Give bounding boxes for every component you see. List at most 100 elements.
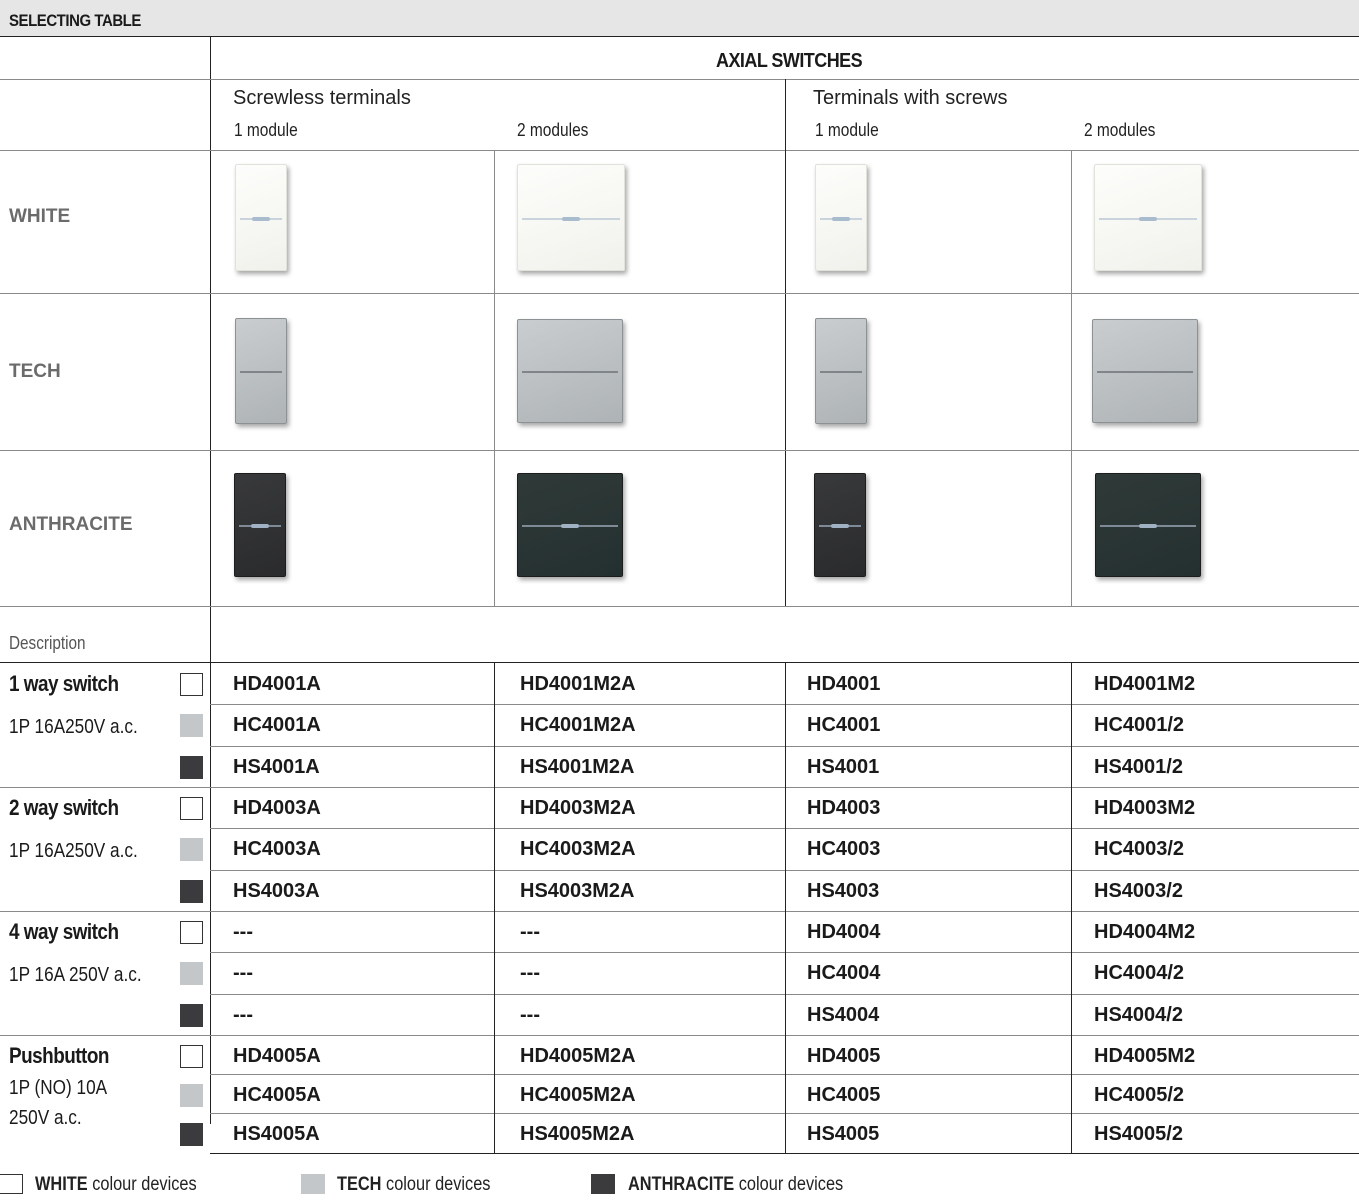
device-image-tech-1m-screws (815, 318, 867, 424)
product-code: HD4003M2A (520, 797, 636, 819)
product-code: HS4003/2 (1094, 879, 1183, 902)
product-code: HS4004 (807, 1003, 880, 1026)
finish-label-tech: TECH (9, 361, 61, 382)
item-title: Pushbutton (9, 1043, 109, 1068)
product-code: --- (233, 921, 253, 943)
product-code: HS4005M2A (520, 1123, 635, 1145)
color-swatch-white (180, 921, 203, 944)
subgroup-screws: Terminals with screws (813, 87, 1008, 109)
product-code: HC4005A (233, 1084, 321, 1106)
color-swatch-tech (180, 714, 203, 738)
legend-swatch-tech (301, 1174, 325, 1194)
item-spec: 1P (NO) 10A 250V a.c. (9, 1073, 107, 1133)
item-spec: 1P 16A250V a.c. (9, 840, 138, 862)
product-code: --- (233, 1003, 253, 1026)
legend-white: WHITE colour devices (35, 1174, 197, 1195)
legend-tech: TECH colour devices (337, 1174, 491, 1195)
product-code: HC4005/2 (1094, 1084, 1185, 1106)
title-bar: SELECTING TABLE (0, 0, 1359, 37)
product-code: HS4005 (807, 1123, 880, 1145)
device-image-white-2m-screwless (517, 164, 625, 271)
product-code: HD4005M2 (1094, 1045, 1196, 1067)
module-label-1: 1 module (234, 120, 298, 140)
product-code: HD4001 (807, 673, 881, 695)
device-image-white-1m-screws (815, 164, 867, 271)
product-code: HD4005A (233, 1045, 321, 1067)
product-code: HC4004/2 (1094, 962, 1185, 985)
legend-anthracite: ANTHRACITE colour devices (628, 1174, 844, 1195)
product-code: --- (520, 1003, 540, 1026)
product-code: HS4003 (807, 879, 880, 902)
item-spec-line: 1P (NO) 10A (9, 1077, 108, 1099)
module-label-2: 2 modules (517, 120, 589, 140)
product-code: HS4005A (233, 1123, 320, 1145)
legend-swatch-white (0, 1174, 23, 1194)
product-code: HC4003A (233, 838, 321, 861)
product-code: --- (520, 962, 540, 985)
device-image-anthracite-1m-screwless (234, 473, 286, 577)
device-image-anthracite-1m-screws (814, 473, 866, 577)
group-title: AXIAL SWITCHES (716, 50, 863, 72)
product-code: HS4005/2 (1094, 1123, 1183, 1145)
product-code: HC4004 (807, 962, 881, 985)
product-code: HS4001M2A (520, 755, 635, 778)
product-code: HD4003 (807, 797, 881, 819)
product-code: HS4001/2 (1094, 755, 1183, 778)
product-code: HD4004M2 (1094, 921, 1196, 943)
product-code: HS4004/2 (1094, 1003, 1183, 1026)
product-code: HC4001A (233, 714, 321, 737)
color-swatch-tech (180, 838, 203, 862)
product-code: HC4003 (807, 838, 881, 861)
color-swatch-anthracite (180, 1123, 203, 1146)
product-code: --- (520, 921, 540, 943)
product-code: HS4001A (233, 755, 320, 778)
product-code: HC4003/2 (1094, 838, 1185, 861)
module-label-4: 2 modules (1084, 120, 1156, 140)
item-title: 4 way switch (9, 919, 119, 944)
product-code: HC4005 (807, 1084, 881, 1106)
device-image-tech-2m-screwless (517, 319, 623, 423)
product-code: --- (233, 962, 253, 985)
item-title: 2 way switch (9, 795, 119, 820)
product-code: HD4003A (233, 797, 321, 819)
legend-swatch-anthracite (591, 1174, 615, 1194)
table-title: SELECTING TABLE (9, 11, 141, 30)
device-image-anthracite-2m-screws (1095, 473, 1201, 577)
device-image-white-2m-screws (1094, 164, 1202, 271)
product-code: HD4001M2A (520, 673, 636, 695)
product-code: HS4003A (233, 879, 320, 902)
item-spec: 1P 16A250V a.c. (9, 716, 138, 738)
color-swatch-white (180, 1045, 203, 1068)
color-swatch-anthracite (180, 879, 203, 903)
module-label-3: 1 module (815, 120, 879, 140)
color-swatch-anthracite (180, 755, 203, 779)
subgroup-screwless: Screwless terminals (233, 87, 411, 109)
product-code: HD4004 (807, 921, 881, 943)
product-code: HD4005 (807, 1045, 881, 1067)
product-code: HS4001 (807, 755, 880, 778)
description-label: Description (9, 633, 86, 653)
color-swatch-white (180, 673, 203, 696)
code-table: 1 way switch 1P 16A250V a.c. HD4001A HD4001… (0, 663, 1359, 1163)
product-code: HC4001M2A (520, 714, 636, 737)
device-image-tech-1m-screwless (235, 318, 287, 424)
color-swatch-anthracite (180, 1003, 203, 1027)
product-code: HD4005M2A (520, 1045, 636, 1067)
finish-label-white: WHITE (9, 206, 71, 227)
device-image-white-1m-screwless (235, 164, 287, 271)
product-code: HD4001A (233, 673, 321, 695)
item-spec: 1P 16A 250V a.c. (9, 964, 142, 986)
device-image-tech-2m-screws (1092, 319, 1198, 423)
item-title: 1 way switch (9, 671, 119, 696)
product-code: HC4003M2A (520, 838, 636, 861)
device-image-anthracite-2m-screwless (517, 473, 623, 577)
item-spec-line: 250V a.c. (9, 1107, 82, 1129)
finish-label-anthracite: ANTHRACITE (9, 514, 133, 535)
color-swatch-tech (180, 962, 203, 986)
color-swatch-white (180, 797, 203, 820)
color-swatch-tech (180, 1084, 203, 1107)
product-code: HC4001 (807, 714, 881, 737)
product-code: HC4005M2A (520, 1084, 636, 1106)
product-code: HS4003M2A (520, 879, 635, 902)
product-code: HC4001/2 (1094, 714, 1185, 737)
